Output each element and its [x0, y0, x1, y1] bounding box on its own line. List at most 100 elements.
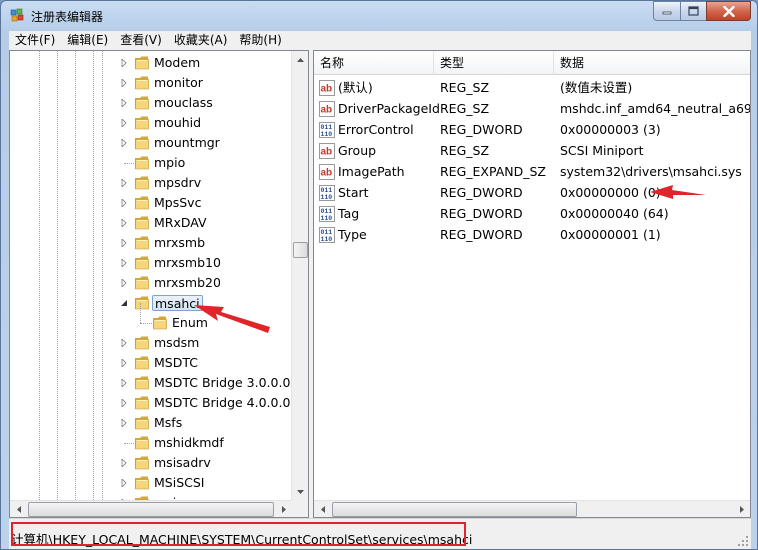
client-area: Modem monitor mouclass mouhid mountmgr mpio mp… [9, 50, 751, 518]
menu-favorites[interactable]: 收藏夹(A) [168, 31, 234, 50]
tree-item[interactable]: MSDTC Bridge 4.0.0.0 [10, 393, 292, 413]
tree-horizontal-scrollbar[interactable] [10, 500, 292, 517]
scroll-right-arrow-icon[interactable] [275, 501, 292, 517]
tree-item-label[interactable]: MSDTC [152, 355, 200, 371]
tree-item[interactable]: mpsdrv [10, 173, 292, 193]
expand-arrow-icon[interactable] [120, 139, 128, 147]
tree-item-label[interactable]: msisadrv [152, 455, 213, 471]
tree-item-label[interactable]: MRxDAV [152, 215, 209, 231]
tree-item-label[interactable]: mouclass [152, 95, 215, 111]
value-row[interactable]: ab (默认) REG_SZ (数值未设置) [314, 77, 750, 98]
expand-arrow-icon[interactable] [120, 479, 128, 487]
tree-item-label[interactable]: Msfs [152, 415, 184, 431]
tree-item-label[interactable]: msahci [152, 295, 203, 311]
expand-arrow-icon[interactable] [120, 199, 128, 207]
column-header-name[interactable]: 名称 [314, 51, 434, 75]
tree-item[interactable]: Msfs [10, 413, 292, 433]
tree-item[interactable]: Enum [10, 303, 292, 333]
tree-item[interactable]: MSDTC Bridge 3.0.0.0 [10, 373, 292, 393]
expand-arrow-icon[interactable] [120, 399, 128, 407]
tree-vertical-scrollbar[interactable] [291, 51, 308, 500]
tree-item[interactable]: msahci [10, 293, 292, 313]
tree-item-label[interactable]: MpsSvc [152, 195, 203, 211]
tree-item[interactable]: msdsm [10, 333, 292, 353]
tree-item-label[interactable]: mrxsmb10 [152, 255, 223, 271]
value-row[interactable]: 011 110 Start REG_DWORD 0x00000000 (0) [314, 182, 750, 203]
collapse-arrow-icon[interactable] [120, 299, 128, 307]
menu-view[interactable]: 查看(V) [114, 31, 168, 50]
tree-item[interactable]: monitor [10, 73, 292, 93]
tree-item-label[interactable]: MSDTC Bridge 4.0.0.0 [152, 395, 292, 411]
value-row[interactable]: 011 110 Tag REG_DWORD 0x00000040 (64) [314, 203, 750, 224]
tree-item[interactable]: mrxsmb [10, 233, 292, 253]
tree-item[interactable]: MpsSvc [10, 193, 292, 213]
menu-help[interactable]: 帮助(H) [233, 31, 287, 50]
expand-arrow-icon[interactable] [120, 279, 128, 287]
resize-grip-icon[interactable] [737, 535, 749, 547]
tree-item-label[interactable]: MSDTC Bridge 3.0.0.0 [152, 375, 292, 391]
tree-item-label[interactable]: mouhid [152, 115, 203, 131]
expand-arrow-icon[interactable] [120, 59, 128, 67]
tree-item[interactable]: MSiSCSI [10, 473, 292, 493]
tree-item[interactable]: MSDTC [10, 353, 292, 373]
tree-item-label[interactable]: mpsdrv [152, 175, 203, 191]
tree-item-label[interactable]: mrxsmb20 [152, 275, 223, 291]
expand-arrow-icon[interactable] [120, 119, 128, 127]
expand-arrow-icon[interactable] [120, 219, 128, 227]
tree-item[interactable]: mountmgr [10, 133, 292, 153]
tree-item-label[interactable]: Modem [152, 55, 202, 71]
tree-item[interactable]: Modem [10, 53, 292, 73]
tree-item-label[interactable]: mountmgr [152, 135, 222, 151]
expand-arrow-icon[interactable] [120, 379, 128, 387]
expand-arrow-icon[interactable] [120, 359, 128, 367]
tree-item[interactable]: mouclass [10, 93, 292, 113]
value-row[interactable]: 011 110 Type REG_DWORD 0x00000001 (1) [314, 224, 750, 245]
scroll-down-arrow-icon[interactable] [292, 483, 308, 500]
value-row[interactable]: 011 110 ErrorControl REG_DWORD 0x00000003 (3… [314, 119, 750, 140]
tree-item[interactable]: mshidkmdf [10, 433, 292, 453]
scroll-up-arrow-icon[interactable] [292, 51, 308, 68]
tree-item[interactable]: mpio [10, 153, 292, 173]
tree-item[interactable]: mouhid [10, 113, 292, 133]
value-row[interactable]: ab ImagePath REG_EXPAND_SZ system32\drivers… [314, 161, 750, 182]
tree-item[interactable]: mrxsmb10 [10, 253, 292, 273]
expand-arrow-icon[interactable] [120, 99, 128, 107]
tree-hscroll-thumb[interactable] [28, 502, 274, 517]
minimize-button[interactable] [653, 1, 680, 21]
tree-item[interactable]: msisadrv [10, 453, 292, 473]
tree-item-label[interactable]: MSiSCSI [152, 475, 206, 491]
values-hscroll-thumb[interactable] [332, 502, 577, 517]
title-bar[interactable]: 注册表编辑器 [1, 1, 757, 31]
scroll-right-arrow-icon[interactable] [733, 501, 750, 517]
values-list[interactable]: 名称 类型 数据 ab (默认) REG_SZ (数值未设置) ab DriverPack… [313, 50, 751, 518]
tree-item-label[interactable]: mshidkmdf [152, 435, 226, 451]
tree-item-label[interactable]: Enum [170, 315, 210, 331]
scroll-left-arrow-icon[interactable] [314, 501, 331, 517]
expand-arrow-icon[interactable] [120, 419, 128, 427]
tree-scroll-thumb[interactable] [293, 242, 308, 258]
values-horizontal-scrollbar[interactable] [314, 500, 750, 517]
close-button[interactable] [706, 1, 751, 21]
expand-arrow-icon[interactable] [120, 239, 128, 247]
expand-arrow-icon[interactable] [120, 79, 128, 87]
tree-item[interactable]: MRxDAV [10, 213, 292, 233]
expand-arrow-icon[interactable] [120, 339, 128, 347]
tree-item-label[interactable]: monitor [152, 75, 205, 91]
menu-file[interactable]: 文件(F) [9, 31, 61, 50]
column-header-data[interactable]: 数据 [554, 51, 750, 75]
value-row[interactable]: ab Group REG_SZ SCSI Miniport [314, 140, 750, 161]
value-type: REG_DWORD [440, 206, 523, 221]
expand-arrow-icon[interactable] [120, 459, 128, 467]
maximize-button[interactable] [680, 1, 706, 21]
tree-item-label[interactable]: mrxsmb [152, 235, 207, 251]
key-tree[interactable]: Modem monitor mouclass mouhid mountmgr mpio mp… [9, 50, 309, 518]
expand-arrow-icon[interactable] [120, 179, 128, 187]
column-header-type[interactable]: 类型 [434, 51, 554, 75]
tree-item-label[interactable]: msdsm [152, 335, 201, 351]
value-row[interactable]: ab DriverPackageId REG_SZ mshdc.inf_amd64_n… [314, 98, 750, 119]
menu-edit[interactable]: 编辑(E) [61, 31, 114, 50]
tree-item[interactable]: mrxsmb20 [10, 273, 292, 293]
scroll-left-arrow-icon[interactable] [10, 501, 27, 517]
expand-arrow-icon[interactable] [120, 259, 128, 267]
tree-item-label[interactable]: mpio [152, 155, 187, 171]
